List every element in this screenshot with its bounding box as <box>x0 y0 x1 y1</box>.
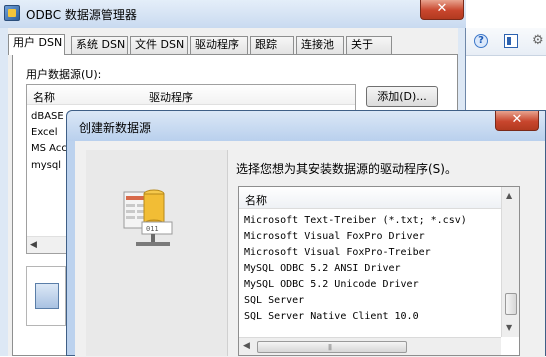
tab-connection-pooling[interactable]: 连接池 <box>296 36 344 54</box>
scroll-left-icon[interactable]: ◀ <box>243 341 250 351</box>
column-header-name[interactable]: 名称 <box>245 192 267 208</box>
odbc-info-panel <box>26 266 66 326</box>
frame-icon[interactable] <box>504 34 518 48</box>
column-header-name[interactable]: 名称 <box>33 89 55 105</box>
list-item[interactable]: dBASE <box>31 111 64 122</box>
svg-text:011: 011 <box>146 225 159 233</box>
driver-list[interactable]: 名称 Microsoft Text-Treiber (*.txt; *.csv)… <box>238 186 520 356</box>
tab-system-dsn[interactable]: 系统 DSN <box>71 36 128 54</box>
odbc-app-icon <box>4 5 20 21</box>
list-item[interactable]: mysql <box>31 160 61 171</box>
odbc-titlebar[interactable]: ODBC 数据源管理器 ✕ <box>0 0 466 28</box>
odbc-window-title: ODBC 数据源管理器 <box>26 8 137 22</box>
driver-list-header: 名称 <box>239 187 503 209</box>
wizard-side-panel <box>86 150 228 356</box>
dialog-titlebar[interactable]: 创建新数据源 ✕ <box>67 111 545 141</box>
tab-drivers[interactable]: 驱动程序 <box>190 36 248 54</box>
gear-icon[interactable]: ⚙ <box>532 34 546 48</box>
tab-about[interactable]: 关于 <box>346 36 392 54</box>
scroll-grip-icon: ||| <box>328 344 332 351</box>
driver-list-item[interactable]: MySQL ODBC 5.2 ANSI Driver <box>244 263 401 274</box>
data-source-icon <box>35 283 59 309</box>
user-data-sources-label: 用户数据源(U): <box>26 68 102 81</box>
scroll-left-icon[interactable]: ◀ <box>30 240 37 250</box>
horizontal-scroll-thumb[interactable]: ||| <box>257 341 407 353</box>
driver-list-vertical-scrollbar[interactable]: ▲ ▼ <box>501 187 519 337</box>
scroll-up-icon[interactable]: ▲ <box>506 191 512 200</box>
driver-list-item[interactable]: Microsoft Visual FoxPro-Treiber <box>244 247 431 258</box>
odbc-close-button[interactable]: ✕ <box>420 0 464 20</box>
add-button[interactable]: 添加(D)... <box>366 86 438 107</box>
driver-list-item[interactable]: Microsoft Text-Treiber (*.txt; *.csv) <box>244 215 467 226</box>
driver-list-item[interactable]: SQL Server <box>244 295 304 306</box>
tab-user-dsn[interactable]: 用户 DSN <box>8 34 65 55</box>
column-header-driver[interactable]: 驱动程序 <box>149 89 193 105</box>
driver-list-item[interactable]: SQL Server Native Client 10.0 <box>244 311 419 322</box>
driver-list-horizontal-scrollbar[interactable]: ◀ ||| <box>239 337 501 355</box>
driver-list-item[interactable]: Microsoft Visual FoxPro Driver <box>244 231 425 242</box>
driver-list-item[interactable]: MySQL ODBC 5.2 Unicode Driver <box>244 279 419 290</box>
driver-prompt: 选择您想为其安装数据源的驱动程序(S)。 <box>236 162 457 176</box>
list-item[interactable]: Excel <box>31 127 58 138</box>
background-toolbar: ? ⚙ <box>466 28 546 56</box>
dialog-title: 创建新数据源 <box>79 121 152 135</box>
tab-file-dsn[interactable]: 文件 DSN <box>130 36 188 54</box>
user-ds-list-header: 名称 驱动程序 <box>27 85 355 105</box>
list-item[interactable]: MS Acc <box>31 143 67 154</box>
dialog-close-button[interactable]: ✕ <box>495 111 539 131</box>
help-icon[interactable]: ? <box>474 34 488 48</box>
database-wizard-icon: 011 <box>123 189 173 246</box>
scroll-down-icon[interactable]: ▼ <box>506 323 512 332</box>
vertical-scroll-thumb[interactable] <box>505 293 517 315</box>
tab-tracing[interactable]: 跟踪 <box>250 36 294 54</box>
